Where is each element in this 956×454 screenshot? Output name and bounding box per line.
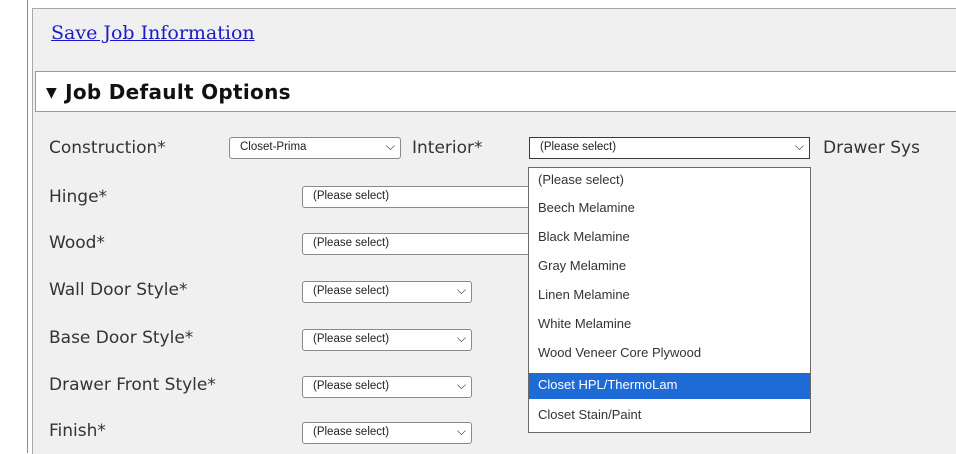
triangle-down-icon: ▼ [46,85,58,101]
interior-dropdown-list: (Please select) Beech Melamine Black Mel… [528,167,811,433]
chevron-down-icon: ⌵ [456,331,466,345]
job-default-options-header[interactable]: ▼ Job Default Options [35,71,956,112]
interior-select[interactable]: (Please select) ⌵ [529,137,810,159]
dropdown-option[interactable]: Gray Melamine [529,254,810,280]
finish-value: (Please select) [313,426,390,438]
hinge-value: (Please select) [313,190,390,202]
chevron-down-icon: ⌵ [794,139,804,153]
hinge-select[interactable]: (Please select) [302,186,542,208]
dropdown-option-highlighted[interactable]: Closet HPL/ThermoLam [529,373,810,399]
dropdown-option[interactable]: Black Melamine [529,225,810,251]
interior-value: (Please select) [540,141,617,153]
wall-door-style-value: (Please select) [313,285,390,297]
drawer-front-style-label: Drawer Front Style* [49,375,216,395]
wall-door-style-label: Wall Door Style* [49,280,188,300]
base-door-style-value: (Please select) [313,333,390,345]
drawer-front-style-value: (Please select) [313,380,390,392]
construction-label: Construction* [49,138,166,158]
finish-label: Finish* [49,421,106,441]
page: Save Job Information ▼ Job Default Option… [0,0,956,454]
drawer-front-style-select[interactable]: (Please select) ⌵ [302,376,472,398]
hinge-label: Hinge* [49,187,108,207]
dropdown-option[interactable]: (Please select) [529,168,810,194]
construction-select[interactable]: Closet-Prima ⌵ [229,137,401,159]
base-door-style-label: Base Door Style* [49,328,194,348]
wood-value: (Please select) [313,237,390,249]
save-job-information-link[interactable]: Save Job Information [51,22,255,44]
section-title[interactable]: ▼ Job Default Options [46,80,291,104]
dropdown-option[interactable]: Beech Melamine [529,196,810,222]
dropdown-option[interactable]: Linen Melamine [529,283,810,309]
drawer-system-label: Drawer Sys [823,138,920,158]
left-border-line [27,0,28,453]
construction-value: Closet-Prima [240,141,307,153]
wood-label: Wood* [49,233,105,253]
wall-door-style-select[interactable]: (Please select) ⌵ [302,281,472,303]
dropdown-option[interactable]: Closet Stain/Paint [529,403,810,429]
finish-select[interactable]: (Please select) ⌵ [302,422,472,444]
wood-select[interactable]: (Please select) [302,233,542,255]
chevron-down-icon: ⌵ [456,283,466,297]
chevron-down-icon: ⌵ [456,424,466,438]
base-door-style-select[interactable]: (Please select) ⌵ [302,329,472,351]
chevron-down-icon: ⌵ [385,139,395,153]
interior-label: Interior* [412,138,483,158]
dropdown-option[interactable]: White Melamine [529,312,810,338]
dropdown-option[interactable]: Wood Veneer Core Plywood [529,341,810,367]
chevron-down-icon: ⌵ [456,378,466,392]
section-title-text: Job Default Options [65,80,291,104]
